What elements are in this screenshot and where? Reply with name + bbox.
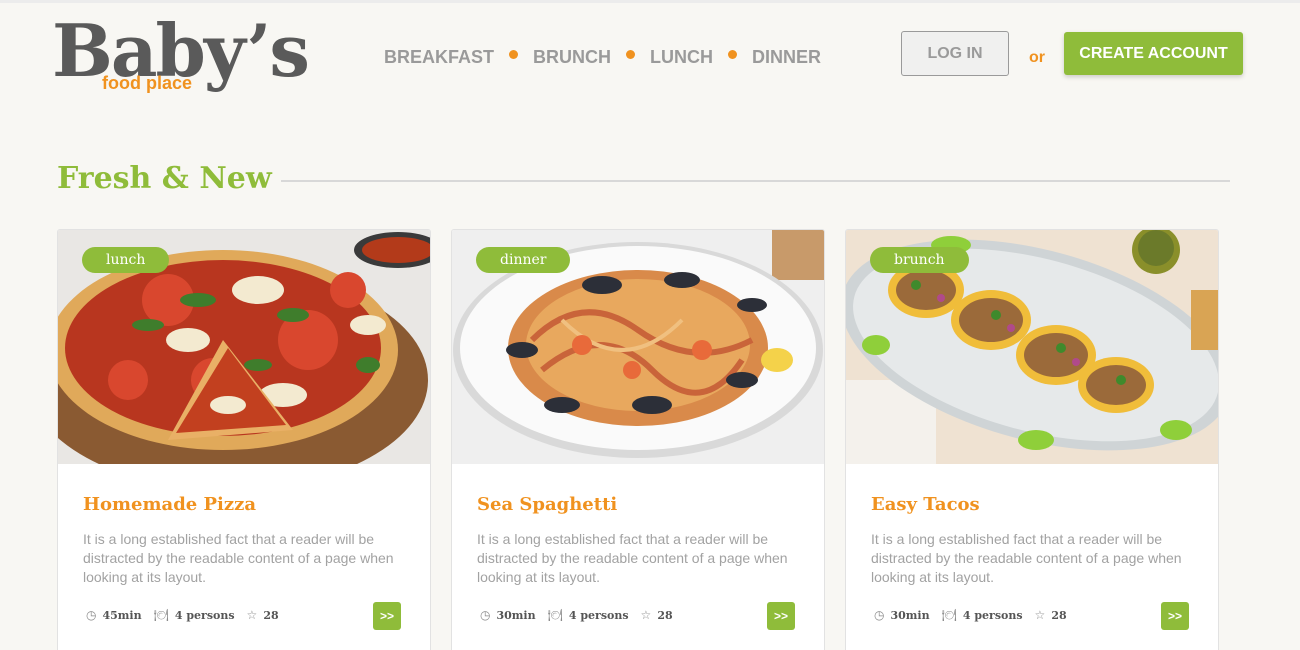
clock-icon: ◷	[874, 608, 885, 622]
page: Baby’s food place BREAKFAST BRUNCH LUNCH…	[0, 0, 1300, 650]
star-icon: ☆	[640, 608, 652, 622]
category-tag[interactable]: dinner	[476, 247, 571, 273]
utensils-icon: 🍽	[153, 608, 169, 622]
logo-sub-text: food place	[102, 73, 193, 93]
pizza-photo[interactable]: lunch	[58, 230, 430, 464]
tacos-photo[interactable]: brunch	[846, 230, 1218, 464]
cook-time: 30min	[890, 608, 930, 622]
nav-item-lunch[interactable]: LUNCH	[650, 47, 713, 68]
read-more-button[interactable]: >>	[373, 602, 401, 630]
card-meta: ◷ 30min 🍽 4 persons ☆ 28	[480, 608, 685, 622]
recipe-card-spaghetti[interactable]: dinner Sea Spaghetti It is a long establ…	[451, 229, 825, 650]
card-title[interactable]: Easy Tacos	[871, 494, 980, 515]
cook-time: 45min	[102, 608, 142, 622]
star-icon: ☆	[1034, 608, 1046, 622]
or-label: or	[1029, 49, 1045, 66]
card-title[interactable]: Homemade Pizza	[83, 494, 256, 515]
recipe-card-tacos[interactable]: brunch Easy Tacos It is a long establish…	[845, 229, 1219, 650]
rating: 28	[657, 608, 673, 622]
nav-item-breakfast[interactable]: BREAKFAST	[384, 47, 494, 68]
clock-icon: ◷	[480, 608, 491, 622]
card-title[interactable]: Sea Spaghetti	[477, 494, 617, 515]
nav-item-dinner[interactable]: DINNER	[752, 47, 821, 68]
main-nav: BREAKFAST BRUNCH LUNCH DINNER	[384, 47, 821, 68]
clock-icon: ◷	[86, 608, 97, 622]
nav-separator-dot	[728, 50, 738, 59]
rating: 28	[263, 608, 279, 622]
spaghetti-photo[interactable]: dinner	[452, 230, 824, 464]
card-description: It is a long established fact that a rea…	[477, 531, 788, 585]
servings: 4 persons	[174, 608, 235, 622]
card-description: It is a long established fact that a rea…	[83, 531, 394, 585]
star-icon: ☆	[246, 608, 258, 622]
utensils-icon: 🍽	[941, 608, 957, 622]
category-tag[interactable]: brunch	[870, 247, 969, 273]
read-more-button[interactable]: >>	[1161, 602, 1189, 630]
recipe-card-pizza[interactable]: lunch Homemade Pizza It is a long establ…	[57, 229, 431, 650]
nav-separator-dot	[509, 50, 519, 59]
card-description: It is a long established fact that a rea…	[871, 531, 1182, 585]
servings: 4 persons	[962, 608, 1023, 622]
servings: 4 persons	[568, 608, 629, 622]
cook-time: 30min	[496, 608, 536, 622]
read-more-button[interactable]: >>	[767, 602, 795, 630]
card-meta: ◷ 30min 🍽 4 persons ☆ 28	[874, 608, 1079, 622]
section-divider	[281, 180, 1230, 182]
nav-item-brunch[interactable]: BRUNCH	[533, 47, 611, 68]
nav-separator-dot	[626, 50, 636, 59]
logo[interactable]: Baby’s food place	[52, 11, 312, 101]
card-meta: ◷ 45min 🍽 4 persons ☆ 28	[86, 608, 291, 622]
utensils-icon: 🍽	[547, 608, 563, 622]
create-account-button[interactable]: CREATE ACCOUNT	[1064, 32, 1243, 75]
section-title: Fresh & New	[57, 161, 272, 196]
login-button[interactable]: LOG IN	[901, 31, 1009, 76]
category-tag[interactable]: lunch	[82, 247, 170, 273]
rating: 28	[1051, 608, 1067, 622]
